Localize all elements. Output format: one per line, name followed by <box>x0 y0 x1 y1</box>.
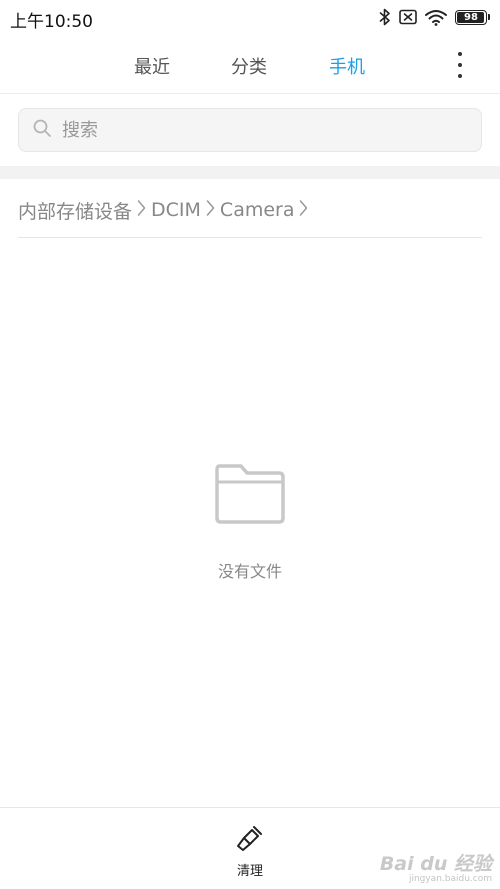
bluetooth-icon <box>379 8 391 26</box>
tab-bar: 最近 分类 手机 <box>0 36 500 94</box>
empty-state: 没有文件 <box>0 460 500 582</box>
chevron-right-icon <box>206 199 215 221</box>
wifi-icon <box>425 9 447 26</box>
chevron-right-icon <box>299 199 308 221</box>
folder-icon <box>0 460 500 526</box>
breadcrumb-item-dcim[interactable]: DCIM <box>151 199 201 221</box>
status-bar: 上午10:50 98 <box>0 0 500 36</box>
clean-label: 清理 <box>236 864 263 879</box>
chevron-right-icon <box>137 199 146 221</box>
tab-recent[interactable]: 最近 <box>134 53 170 79</box>
watermark: Bai du 经验 jingyan.baidu.com <box>380 854 492 885</box>
breadcrumb-item-internal-storage[interactable]: 内部存储设备 <box>18 197 132 224</box>
battery-text: 98 <box>464 11 478 23</box>
watermark-logo: Bai du 经验 <box>379 853 492 876</box>
battery-icon: 98 <box>455 9 490 25</box>
clean-button[interactable]: 清理 <box>225 824 275 879</box>
watermark-url: jingyan.baidu.com <box>408 874 492 885</box>
battery-body: 98 <box>455 9 487 25</box>
status-time: 上午10:50 <box>10 12 93 32</box>
search-input[interactable] <box>62 119 442 141</box>
broom-icon <box>235 824 265 856</box>
more-dot <box>458 63 462 67</box>
status-icons: 98 <box>379 8 490 26</box>
empty-text: 没有文件 <box>217 562 282 581</box>
battery-cap <box>488 14 490 20</box>
tab-phone[interactable]: 手机 <box>329 53 365 79</box>
breadcrumb: 内部存储设备 DCIM Camera <box>18 197 311 223</box>
breadcrumb-divider <box>18 237 482 238</box>
search-icon <box>19 118 62 142</box>
more-dot <box>458 74 462 78</box>
breadcrumb-item-camera[interactable]: Camera <box>220 199 295 221</box>
more-options-icon[interactable] <box>454 52 466 78</box>
more-dot <box>458 52 462 56</box>
tab-category[interactable]: 分类 <box>231 53 267 79</box>
search-bar[interactable] <box>18 108 482 152</box>
sim-off-icon <box>399 9 417 25</box>
section-divider <box>0 166 500 179</box>
